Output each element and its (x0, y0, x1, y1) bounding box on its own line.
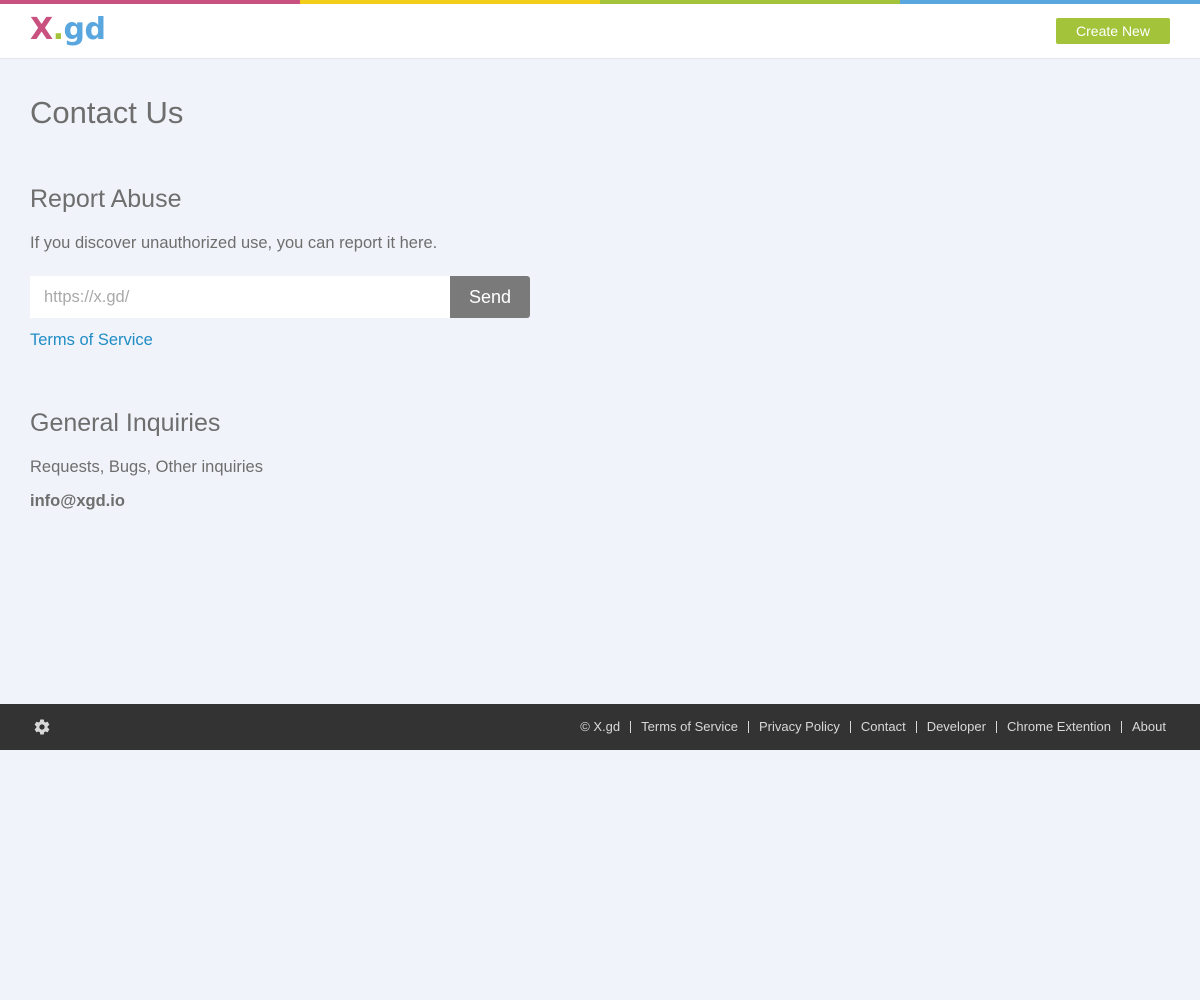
logo-dot: . (52, 12, 64, 47)
footer-link-developer[interactable]: Developer (927, 719, 986, 734)
footer-link-terms[interactable]: Terms of Service (641, 719, 738, 734)
report-url-input[interactable] (30, 276, 450, 318)
footer-copyright: © X.gd (580, 719, 621, 734)
footer-links: © X.gd Terms of Service Privacy Policy C… (580, 719, 1166, 734)
page-title: Contact Us (30, 95, 184, 130)
site-header: X.gd Create New (0, 4, 1200, 59)
send-button[interactable]: Send (450, 276, 530, 318)
create-new-button[interactable]: Create New (1056, 18, 1170, 44)
footer-separator (995, 720, 997, 733)
footer-separator (630, 720, 632, 733)
main-content: Contact Us Report Abuse If you discover … (0, 59, 1200, 704)
footer-separator (1121, 720, 1123, 733)
report-abuse-heading: Report Abuse (30, 185, 182, 213)
general-inquiries-description: Requests, Bugs, Other inquiries (30, 458, 263, 476)
site-footer: © X.gd Terms of Service Privacy Policy C… (0, 704, 1200, 750)
logo-gd: gd (63, 12, 106, 47)
contact-email: info@xgd.io (30, 492, 125, 510)
logo[interactable]: X.gd (30, 13, 106, 47)
report-abuse-description: If you discover unauthorized use, you ca… (30, 234, 438, 252)
general-inquiries-heading: General Inquiries (30, 409, 221, 437)
footer-separator (915, 720, 917, 733)
footer-link-contact[interactable]: Contact (861, 719, 906, 734)
logo-x: X (30, 12, 53, 47)
gear-icon[interactable] (33, 718, 51, 736)
footer-separator (747, 720, 749, 733)
footer-separator (849, 720, 851, 733)
footer-link-chrome-extension[interactable]: Chrome Extention (1007, 719, 1111, 734)
terms-of-service-link[interactable]: Terms of Service (30, 331, 153, 350)
report-abuse-form: Send (30, 276, 530, 318)
footer-link-about[interactable]: About (1132, 719, 1166, 734)
footer-link-privacy[interactable]: Privacy Policy (759, 719, 840, 734)
